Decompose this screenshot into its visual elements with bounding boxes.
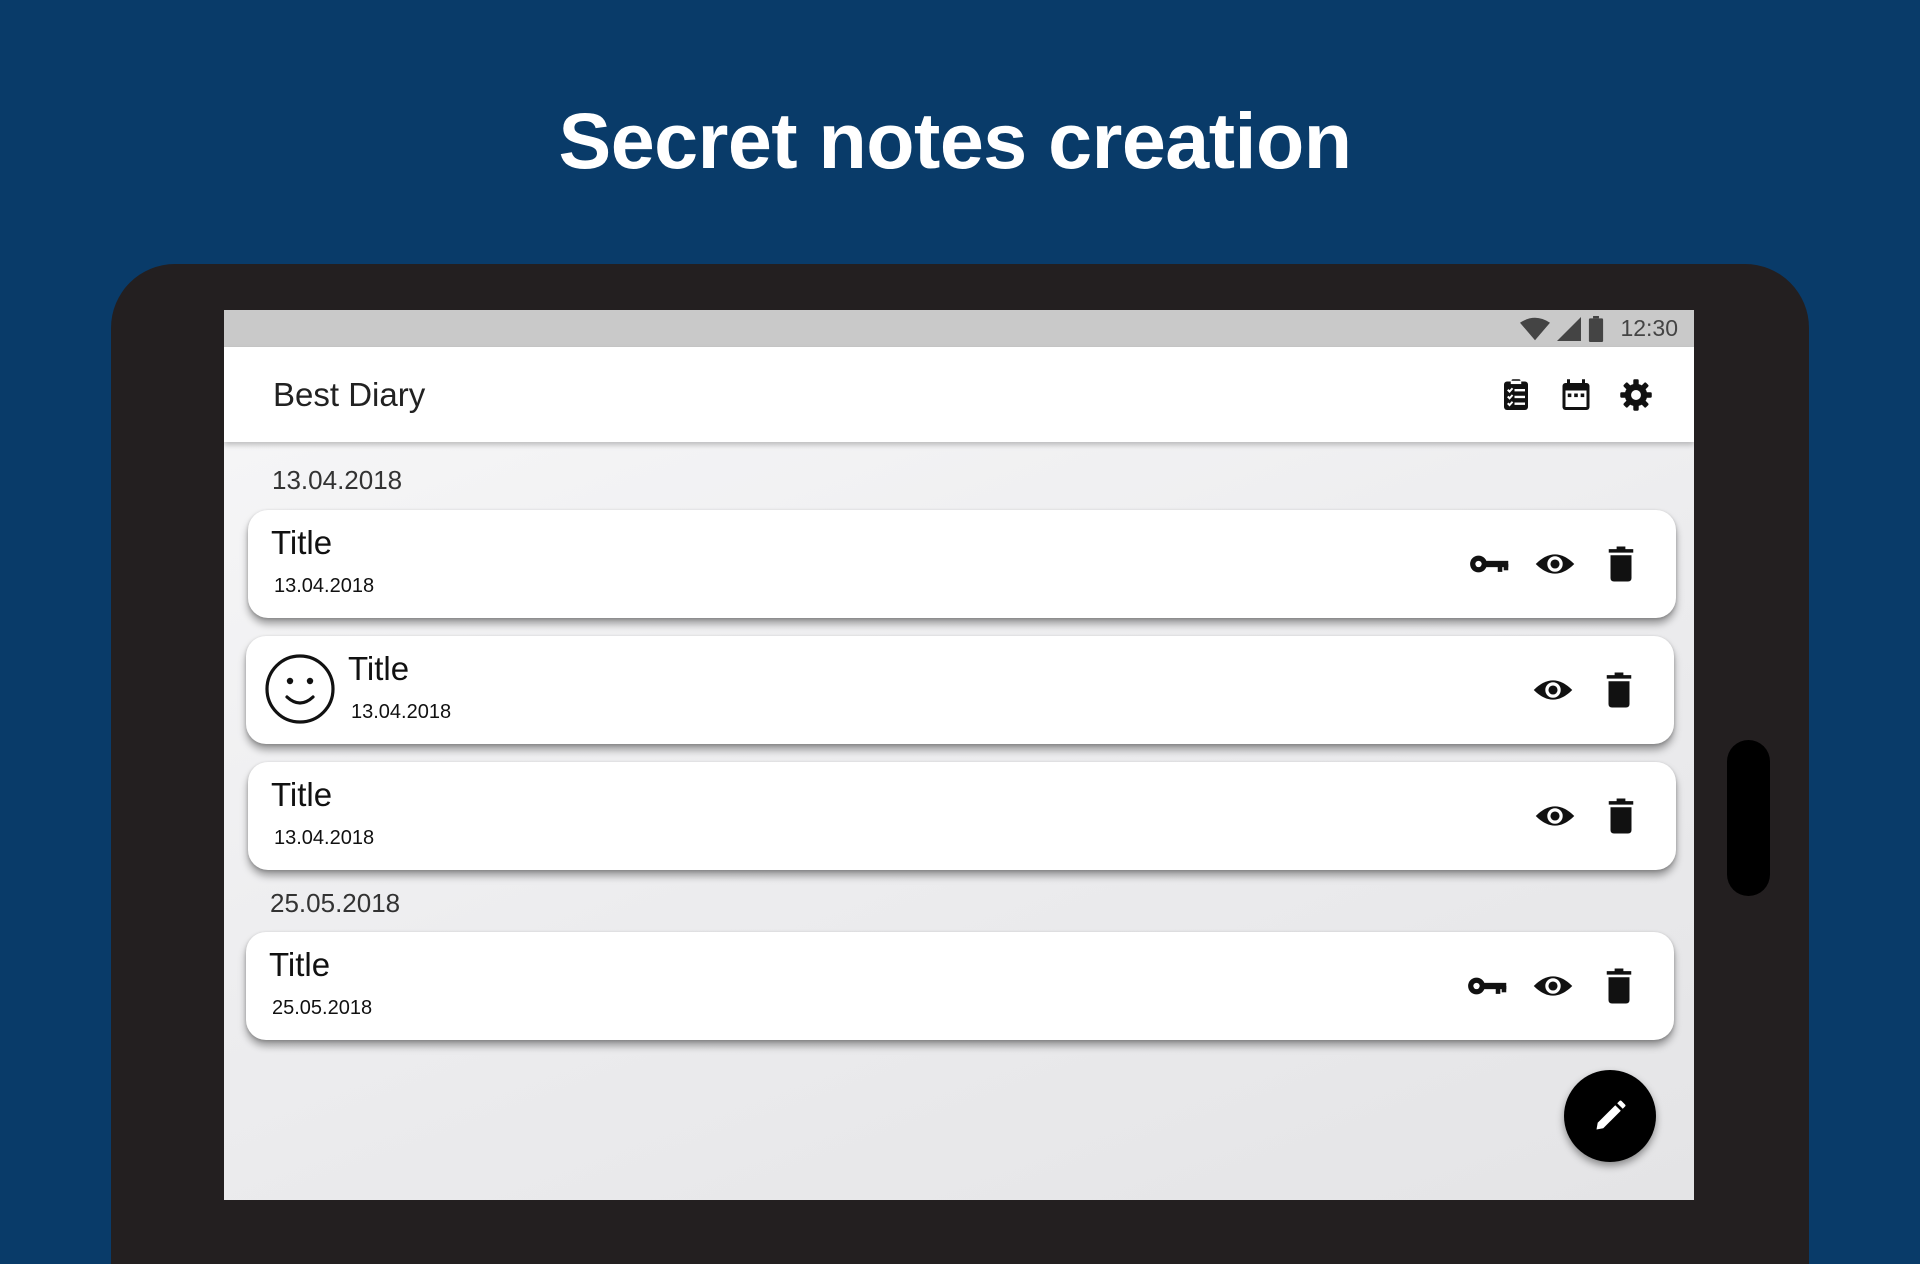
headline: Secret notes creation (558, 96, 1352, 185)
note-title: Title (271, 776, 333, 813)
note-actions (1532, 636, 1640, 744)
note-date: 13.04.2018 (274, 827, 375, 849)
note-title: Title (271, 524, 333, 561)
status-bar: 12:30 (224, 310, 1694, 347)
note-card[interactable]: Title 13.04.2018 (246, 636, 1674, 744)
wifi-icon (1520, 317, 1551, 341)
note-date: 13.04.2018 (274, 575, 375, 597)
note-actions (1534, 762, 1642, 870)
battery-icon (1588, 315, 1604, 342)
note-card[interactable]: Title 25.05.2018 (246, 932, 1674, 1040)
eye-icon[interactable] (1532, 965, 1574, 1007)
eye-icon[interactable] (1534, 795, 1576, 837)
status-time: 12:30 (1620, 315, 1678, 341)
calendar-icon[interactable] (1558, 377, 1594, 413)
app-screen: 12:30 Best Diary 13.04.2018 Title 13.04.… (224, 310, 1694, 1200)
signal-icon (1556, 316, 1582, 341)
new-note-button[interactable] (1564, 1070, 1656, 1162)
key-icon[interactable] (1466, 965, 1508, 1007)
app-bar-actions (1498, 347, 1654, 442)
trash-icon[interactable] (1598, 669, 1640, 711)
trash-icon[interactable] (1600, 795, 1642, 837)
eye-icon[interactable] (1532, 669, 1574, 711)
note-title: Title (348, 650, 410, 687)
device-side-button (1727, 740, 1770, 896)
note-actions (1468, 510, 1642, 618)
eye-icon[interactable] (1534, 543, 1576, 585)
app-title: Best Diary (273, 376, 426, 413)
app-bar: Best Diary (224, 347, 1694, 442)
note-card[interactable]: Title 13.04.2018 (248, 510, 1676, 618)
key-icon[interactable] (1468, 543, 1510, 585)
status-icons: 12:30 (1520, 310, 1678, 347)
note-title: Title (269, 946, 331, 983)
note-date: 13.04.2018 (351, 701, 452, 723)
note-card[interactable]: Title 13.04.2018 (248, 762, 1676, 870)
checklist-icon[interactable] (1498, 377, 1534, 413)
note-date: 25.05.2018 (272, 997, 373, 1019)
trash-icon[interactable] (1600, 543, 1642, 585)
gear-icon[interactable] (1618, 377, 1654, 413)
smile-icon (264, 653, 336, 725)
trash-icon[interactable] (1598, 965, 1640, 1007)
pencil-icon (1592, 1098, 1628, 1134)
date-group-header: 13.04.2018 (272, 465, 403, 495)
note-actions (1466, 932, 1640, 1040)
date-group-header: 25.05.2018 (270, 888, 401, 918)
